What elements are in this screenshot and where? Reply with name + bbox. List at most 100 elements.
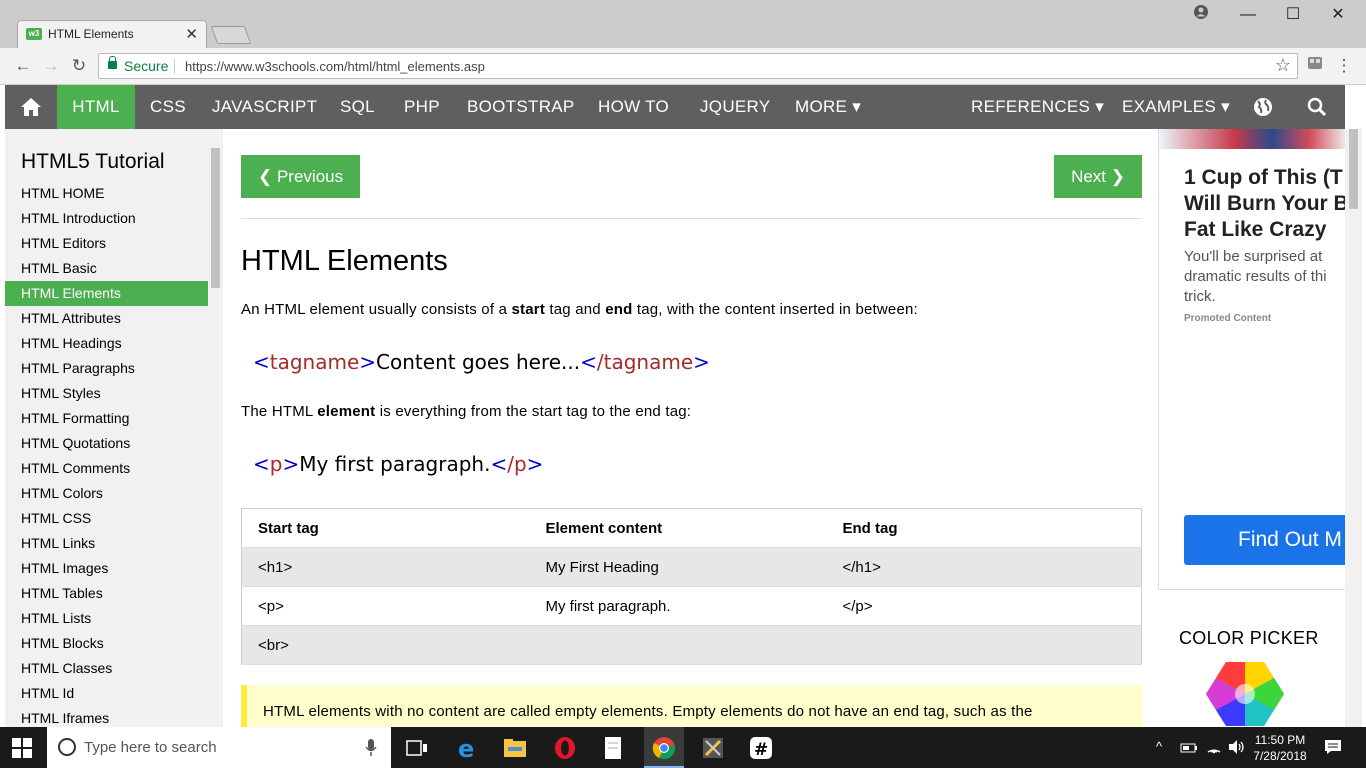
next-button[interactable]: Next ❯ — [1054, 155, 1142, 198]
opera-browser-icon[interactable] — [552, 735, 578, 761]
battery-icon[interactable] — [1180, 741, 1198, 755]
file-explorer-icon[interactable] — [502, 735, 528, 761]
back-arrow-icon[interactable]: ← — [12, 55, 34, 77]
wifi-icon[interactable] — [1206, 739, 1222, 755]
taskbar-search-box[interactable]: Type here to search — [47, 727, 391, 768]
sidebar-item-html-elements[interactable]: HTML Elements — [5, 281, 208, 306]
address-bar[interactable]: Secure https://www.w3schools.com/html/ht… — [98, 53, 1298, 79]
page-scrollbar[interactable] — [1345, 129, 1362, 727]
nav-html[interactable]: HTML — [57, 85, 135, 129]
table-row: <h1> My First Heading </h1> — [241, 547, 1142, 587]
sidebar-item-html-blocks[interactable]: HTML Blocks — [5, 631, 208, 656]
sidebar-item-html-images[interactable]: HTML Images — [5, 556, 208, 581]
sidebar-item-html-css[interactable]: HTML CSS — [5, 506, 208, 531]
bookmark-star-icon[interactable]: ☆ — [1275, 55, 1291, 76]
color-wheel-icon[interactable] — [1206, 662, 1284, 726]
lock-icon — [108, 56, 117, 69]
nav-php[interactable]: PHP — [392, 85, 452, 129]
ad-cta-button[interactable]: Find Out M — [1184, 515, 1345, 565]
sidebar-item-html-quotations[interactable]: HTML Quotations — [5, 431, 208, 456]
browser-tab[interactable]: w3 HTML Elements ✕ — [17, 20, 207, 48]
svg-text:e: e — [458, 735, 474, 761]
microphone-icon[interactable] — [365, 739, 377, 757]
action-center-icon[interactable] — [1324, 739, 1342, 755]
nav-more[interactable]: MORE ▾ — [783, 85, 873, 129]
minimize-button[interactable]: — — [1233, 4, 1263, 26]
sidebar-item-html-attributes[interactable]: HTML Attributes — [5, 306, 208, 331]
table-cell: <br> — [258, 636, 289, 654]
table-header-row: Start tag Element content End tag — [241, 509, 1142, 548]
sidebar-item-html-lists[interactable]: HTML Lists — [5, 606, 208, 631]
tab-title: HTML Elements — [48, 27, 134, 41]
volume-icon[interactable] — [1228, 739, 1246, 755]
windows-start-icon[interactable] — [12, 738, 32, 758]
clock-date: 7/28/2018 — [1253, 749, 1307, 763]
sidebar-item-html-formatting[interactable]: HTML Formatting — [5, 406, 208, 431]
url-text[interactable]: https://www.w3schools.com/html/html_elem… — [185, 59, 485, 74]
nav-references[interactable]: REFERENCES ▾ — [959, 85, 1116, 129]
sidebar-item-html-styles[interactable]: HTML Styles — [5, 381, 208, 406]
clock-time: 11:50 PM — [1254, 733, 1306, 747]
sidebar-item-html-paragraphs[interactable]: HTML Paragraphs — [5, 356, 208, 381]
sidebar-item-html-home[interactable]: HTML HOME — [5, 181, 208, 206]
sidebar-item-html-iframes[interactable]: HTML Iframes — [5, 706, 208, 727]
sidebar-scrollbar[interactable] — [208, 148, 223, 727]
nav-jquery[interactable]: JQUERY — [688, 85, 782, 129]
sidebar-scrollbar-thumb[interactable] — [211, 148, 220, 288]
sidebar-item-html-headings[interactable]: HTML Headings — [5, 331, 208, 356]
table-row: <br> — [241, 625, 1142, 665]
sidebar-item-html-introduction[interactable]: HTML Introduction — [5, 206, 208, 231]
previous-button[interactable]: ❮ Previous — [241, 155, 361, 198]
sidebar-item-html-id[interactable]: HTML Id — [5, 681, 208, 706]
table-row: <p> My first paragraph. </p> — [241, 587, 1142, 626]
search-icon[interactable] — [1297, 85, 1337, 129]
edge-browser-icon[interactable]: e — [454, 735, 480, 761]
ad-headline[interactable]: 1 Cup of This (T Will Burn Your B Fat Li… — [1184, 165, 1345, 243]
task-view-icon[interactable] — [404, 735, 430, 761]
sidebar-heading: HTML5 Tutorial — [21, 150, 165, 173]
show-hidden-icons-chevron-icon[interactable]: ^ — [1156, 739, 1162, 754]
globe-icon[interactable] — [1243, 85, 1283, 129]
sidebar-item-html-basic[interactable]: HTML Basic — [5, 256, 208, 281]
advertisement[interactable]: 1 Cup of This (T Will Burn Your B Fat Li… — [1158, 129, 1346, 590]
sidebar-item-html-classes[interactable]: HTML Classes — [5, 656, 208, 681]
chrome-menu-icon[interactable]: ⋮ — [1333, 55, 1355, 77]
table-cell: My first paragraph. — [545, 597, 671, 615]
chrome-browser-icon[interactable] — [651, 735, 677, 761]
system-clock[interactable]: 11:50 PM 7/28/2018 — [1250, 732, 1310, 764]
nav-css[interactable]: CSS — [138, 85, 198, 129]
sidebar-item-html-tables[interactable]: HTML Tables — [5, 581, 208, 606]
color-picker-heading: COLOR PICKER — [1179, 628, 1319, 648]
reload-icon[interactable]: ↻ — [68, 55, 90, 77]
table-cell: </p> — [842, 597, 873, 615]
sidebar-item-html-links[interactable]: HTML Links — [5, 531, 208, 556]
extension-icon[interactable] — [1304, 55, 1326, 77]
sidebar-item-html-editors[interactable]: HTML Editors — [5, 231, 208, 256]
maximize-button[interactable]: ☐ — [1278, 4, 1308, 26]
close-window-button[interactable]: ✕ — [1323, 4, 1353, 26]
page-title: HTML Elements — [241, 245, 448, 277]
sidebar-item-html-comments[interactable]: HTML Comments — [5, 456, 208, 481]
nav-bootstrap[interactable]: BOOTSTRAP — [455, 85, 587, 129]
table-header: End tag — [842, 519, 898, 537]
profile-icon[interactable] — [1186, 4, 1216, 26]
nav-howto[interactable]: HOW TO — [586, 85, 681, 129]
forward-arrow-icon[interactable]: → — [40, 55, 62, 77]
slack-icon[interactable]: # — [748, 735, 774, 761]
sidebar-item-html-colors[interactable]: HTML Colors — [5, 481, 208, 506]
windows-taskbar: Type here to search e # ^ 11:50 PM 7/28/… — [0, 727, 1366, 768]
ad-image[interactable] — [1159, 129, 1345, 149]
tab-close-icon[interactable]: ✕ — [185, 25, 198, 43]
tools-app-icon[interactable] — [700, 735, 726, 761]
new-tab-button[interactable] — [210, 26, 252, 44]
nav-examples[interactable]: EXAMPLES ▾ — [1110, 85, 1242, 129]
notepad-icon[interactable] — [600, 735, 626, 761]
browser-title-bar: w3 HTML Elements ✕ — ☐ ✕ — [0, 0, 1366, 48]
home-icon[interactable] — [5, 85, 57, 129]
nav-sql[interactable]: SQL — [328, 85, 387, 129]
nav-javascript[interactable]: JAVASCRIPT — [200, 85, 329, 129]
table-cell — [530, 626, 827, 665]
page-scrollbar-thumb[interactable] — [1349, 129, 1358, 209]
code-example-tagname: <tagname>Content goes here...</tagname> — [253, 350, 710, 374]
svg-text:#: # — [754, 740, 768, 760]
